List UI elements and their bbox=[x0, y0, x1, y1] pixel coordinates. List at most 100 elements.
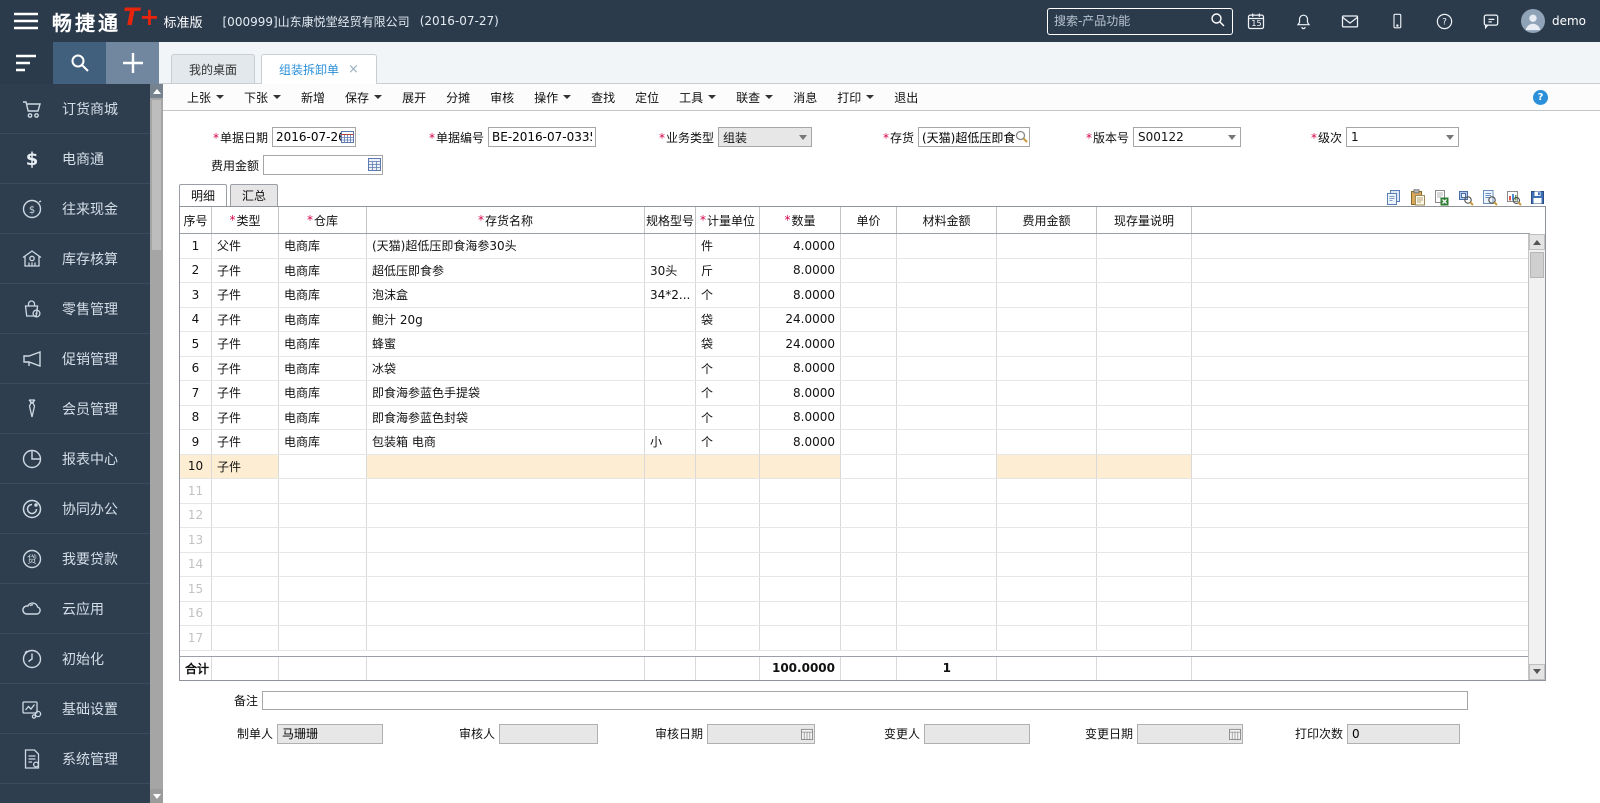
cell-col9[interactable] bbox=[897, 259, 997, 283]
expense-amount-input[interactable] bbox=[263, 155, 383, 175]
toolbar-item-9[interactable]: 查找 bbox=[581, 89, 625, 106]
cell-col8[interactable] bbox=[841, 357, 897, 381]
lookup-icon[interactable] bbox=[1015, 130, 1028, 146]
cell-col11[interactable] bbox=[1097, 430, 1192, 454]
cell-spec[interactable] bbox=[645, 332, 696, 356]
cell-qty[interactable]: 8.0000 bbox=[760, 430, 841, 454]
cell-unit[interactable]: 斤 bbox=[696, 259, 760, 283]
tab-summary[interactable]: 汇总 bbox=[230, 184, 278, 206]
cell-col8[interactable] bbox=[841, 259, 897, 283]
cell-warehouse[interactable]: 电商库 bbox=[279, 406, 367, 430]
scroll-up-icon[interactable] bbox=[150, 84, 163, 98]
cell-qty[interactable]: 8.0000 bbox=[760, 357, 841, 381]
cell-name[interactable]: 鲍汁 20g bbox=[367, 308, 645, 332]
cell-type[interactable]: 子件 bbox=[212, 332, 279, 356]
cell-seq[interactable]: 10 bbox=[180, 455, 212, 479]
toolbar-item-6[interactable]: 分摊 bbox=[436, 89, 480, 106]
cell-col8[interactable] bbox=[841, 234, 897, 258]
toolbar-item-5[interactable]: 展开 bbox=[392, 89, 436, 106]
cell-qty[interactable] bbox=[760, 455, 841, 479]
sidebar-item-cloud[interactable]: 云应用 bbox=[0, 584, 150, 634]
cell-warehouse[interactable]: 电商库 bbox=[279, 234, 367, 258]
cell-col11[interactable] bbox=[1097, 234, 1192, 258]
cell-unit[interactable]: 件 bbox=[696, 234, 760, 258]
cell-seq[interactable]: 9 bbox=[180, 430, 212, 454]
cell-spec[interactable] bbox=[645, 455, 696, 479]
toolbar-item-4[interactable]: 保存 bbox=[335, 89, 392, 106]
doc-preview-icon[interactable] bbox=[1481, 189, 1498, 206]
sidebar-item-ecommerce[interactable]: $电商通 bbox=[0, 134, 150, 184]
global-search-input[interactable] bbox=[1054, 14, 1210, 28]
sidebar-item-cash[interactable]: $往来现金 bbox=[0, 184, 150, 234]
doc-number-input[interactable] bbox=[488, 127, 596, 147]
cell-col9[interactable] bbox=[897, 406, 997, 430]
cell-spec[interactable] bbox=[645, 308, 696, 332]
cell-qty[interactable]: 24.0000 bbox=[760, 308, 841, 332]
sidebar-item-settings[interactable]: 基础设置 bbox=[0, 684, 150, 734]
cell-type[interactable]: 子件 bbox=[212, 381, 279, 405]
cell-col9[interactable] bbox=[897, 234, 997, 258]
batch-lookup-icon[interactable] bbox=[1457, 189, 1474, 206]
cell-seq[interactable]: 8 bbox=[180, 406, 212, 430]
cell-spec[interactable]: 34*2... bbox=[645, 283, 696, 307]
cell-spec[interactable]: 小 bbox=[645, 430, 696, 454]
mobile-icon[interactable] bbox=[1374, 11, 1421, 31]
cell-col10[interactable] bbox=[997, 234, 1097, 258]
cell-col10[interactable] bbox=[997, 332, 1097, 356]
cell-col11[interactable] bbox=[1097, 283, 1192, 307]
cell-col8[interactable] bbox=[841, 381, 897, 405]
cell-warehouse[interactable]: 电商库 bbox=[279, 430, 367, 454]
cell-qty[interactable]: 24.0000 bbox=[760, 332, 841, 356]
cell-unit[interactable]: 袋 bbox=[696, 308, 760, 332]
cell-type[interactable]: 子件 bbox=[212, 283, 279, 307]
cell-col9[interactable] bbox=[897, 455, 997, 479]
cell-col11[interactable] bbox=[1097, 357, 1192, 381]
cell-name[interactable]: 即食海参蓝色手提袋 bbox=[367, 381, 645, 405]
cell-warehouse[interactable]: 电商库 bbox=[279, 357, 367, 381]
cell-seq[interactable]: 4 bbox=[180, 308, 212, 332]
toolbar-item-3[interactable]: 新增 bbox=[291, 89, 335, 106]
cell-warehouse[interactable]: 电商库 bbox=[279, 332, 367, 356]
paste-icon[interactable] bbox=[1409, 189, 1426, 206]
toolbar-item-15[interactable]: 退出 bbox=[884, 89, 928, 106]
hamburger-menu-icon[interactable] bbox=[0, 11, 52, 31]
cell-spec[interactable] bbox=[645, 381, 696, 405]
toolbar-item-12[interactable]: 联查 bbox=[726, 89, 783, 106]
sidebar-item-init[interactable]: 初始化 bbox=[0, 634, 150, 684]
cell-name[interactable]: 泡沫盒 bbox=[367, 283, 645, 307]
cell-col8[interactable] bbox=[841, 283, 897, 307]
level-select[interactable]: 1 bbox=[1346, 127, 1459, 147]
cell-name[interactable] bbox=[367, 455, 645, 479]
cell-warehouse[interactable]: 电商库 bbox=[279, 308, 367, 332]
copy-icon[interactable] bbox=[1385, 189, 1402, 206]
cell-col11[interactable] bbox=[1097, 332, 1192, 356]
cell-col10[interactable] bbox=[997, 430, 1097, 454]
feedback-chat-icon[interactable] bbox=[1468, 11, 1515, 31]
page-help-icon[interactable]: ? bbox=[1533, 90, 1548, 105]
cell-col11[interactable] bbox=[1097, 406, 1192, 430]
save-layout-icon[interactable] bbox=[1529, 189, 1546, 206]
scrollbar-thumb[interactable] bbox=[1530, 252, 1544, 278]
chart-lookup-icon[interactable] bbox=[1505, 189, 1522, 206]
cell-name[interactable]: 冰袋 bbox=[367, 357, 645, 381]
cell-qty[interactable]: 8.0000 bbox=[760, 381, 841, 405]
cell-warehouse[interactable]: 电商库 bbox=[279, 259, 367, 283]
cell-col11[interactable] bbox=[1097, 381, 1192, 405]
cell-warehouse[interactable] bbox=[279, 455, 367, 479]
cell-name[interactable]: 包装箱 电商 bbox=[367, 430, 645, 454]
cell-unit[interactable]: 个 bbox=[696, 430, 760, 454]
cell-qty[interactable]: 8.0000 bbox=[760, 406, 841, 430]
toolbar-item-14[interactable]: 打印 bbox=[827, 89, 884, 106]
nav-add-icon[interactable] bbox=[106, 42, 159, 84]
cell-col9[interactable] bbox=[897, 332, 997, 356]
calendar-icon[interactable]: 15 bbox=[1233, 11, 1280, 31]
sidebar-item-warehouse[interactable]: 库存核算 bbox=[0, 234, 150, 284]
nav-search-icon[interactable] bbox=[53, 42, 106, 84]
cell-seq[interactable]: 5 bbox=[180, 332, 212, 356]
cell-seq[interactable]: 6 bbox=[180, 357, 212, 381]
toolbar-item-2[interactable]: 下张 bbox=[234, 89, 291, 106]
search-icon[interactable] bbox=[1210, 12, 1226, 31]
excel-export-icon[interactable] bbox=[1433, 189, 1450, 206]
cell-col11[interactable] bbox=[1097, 308, 1192, 332]
sidebar-item-loan[interactable]: 贷我要贷款 bbox=[0, 534, 150, 584]
